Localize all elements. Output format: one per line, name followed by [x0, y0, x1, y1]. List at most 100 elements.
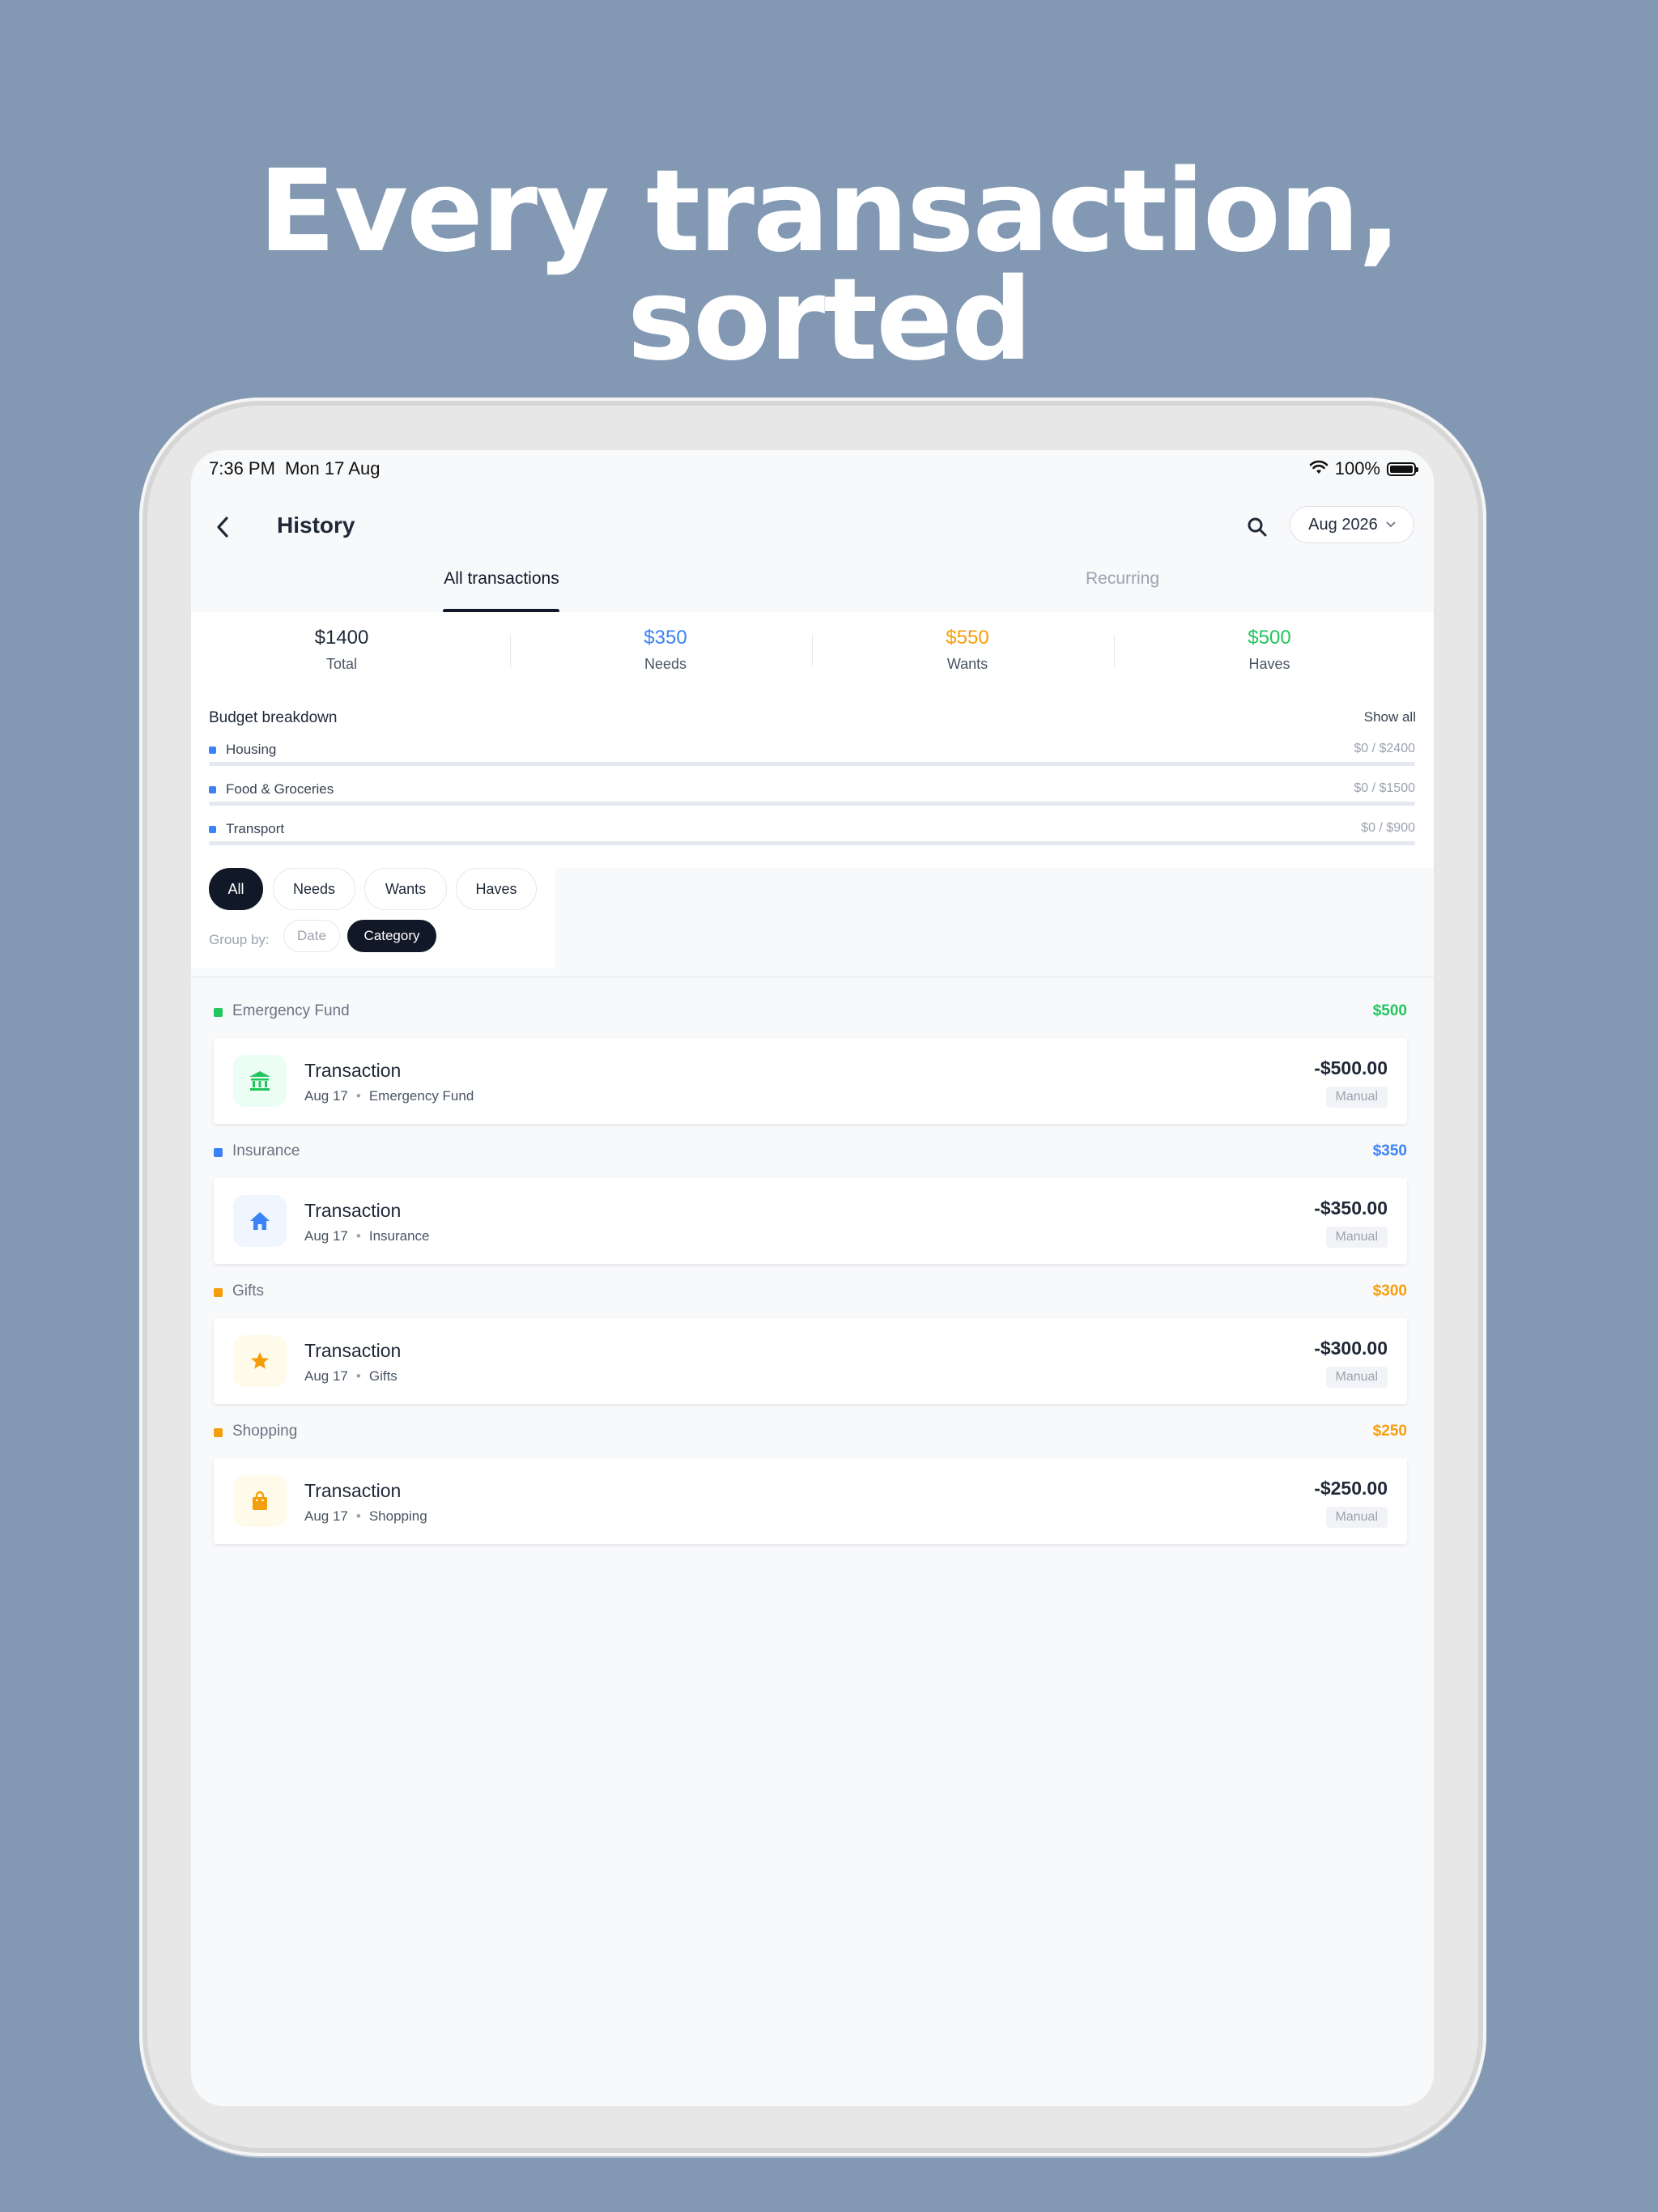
- budget-dot: [209, 747, 216, 754]
- transaction-date: Aug 17: [304, 1508, 348, 1524]
- summary-needs-value: $350: [644, 627, 687, 649]
- group-total: $500: [1372, 1002, 1407, 1019]
- summary-total-value: $1400: [314, 627, 369, 649]
- transaction-source-badge: Manual: [1325, 1507, 1388, 1528]
- status-bar: 7:36 PM Mon 17 Aug 100%: [191, 450, 1434, 486]
- chevron-left-icon: [217, 517, 228, 538]
- transaction-meta: Aug 17 • Gifts: [304, 1368, 397, 1385]
- top-bar: History Aug 2026: [191, 499, 1434, 555]
- transaction-date: Aug 17: [304, 1368, 348, 1384]
- transaction-source-badge: Manual: [1325, 1367, 1388, 1388]
- budget-progress-track: [209, 802, 1415, 806]
- meta-separator: •: [355, 1508, 361, 1524]
- group-header-gifts: Gifts $300: [214, 1283, 1407, 1307]
- tab-recurring[interactable]: Recurring: [812, 555, 1433, 612]
- filter-chip-wants[interactable]: Wants: [364, 868, 447, 910]
- transaction-icon-box: [233, 1335, 287, 1387]
- budget-amount: $0 / $900: [1361, 821, 1415, 835]
- budget-amount: $0 / $1500: [1354, 781, 1415, 795]
- bank-icon: [249, 1071, 270, 1091]
- tab-bar: All transactions Recurring: [191, 555, 1434, 614]
- summary-total-label: Total: [325, 656, 358, 672]
- battery-percent: 100%: [1334, 458, 1380, 479]
- transaction-category: Shopping: [368, 1508, 427, 1524]
- search-button[interactable]: [1244, 513, 1271, 541]
- summary-strip: $1400 Total $350 Needs $550 Wants $500 H…: [191, 612, 1434, 685]
- transaction-source-badge: Manual: [1325, 1087, 1388, 1108]
- headline-line-2: sorted: [627, 254, 1033, 386]
- transaction-card[interactable]: Transaction Aug 17 • Gifts -$300.00 Manual: [214, 1318, 1407, 1404]
- budget-row-housing: Housing $0 / $2400: [209, 740, 1415, 772]
- show-all-link[interactable]: Show all: [1364, 709, 1416, 725]
- transaction-date: Aug 17: [304, 1088, 348, 1104]
- transaction-meta: Aug 17 • Shopping: [304, 1508, 427, 1525]
- transaction-category: Gifts: [368, 1368, 397, 1384]
- status-time: 7:36 PM: [209, 458, 275, 479]
- group-total: $250: [1372, 1423, 1407, 1440]
- transaction-card[interactable]: Transaction Aug 17 • Emergency Fund -$500.…: [214, 1038, 1407, 1124]
- budget-name: Housing: [226, 742, 277, 757]
- budget-dot: [209, 826, 216, 833]
- filter-chip-all[interactable]: All: [209, 868, 263, 910]
- transaction-amount: -$300.00: [1314, 1338, 1388, 1359]
- summary-divider: [812, 635, 813, 667]
- budget-name: Transport: [226, 821, 285, 836]
- app-screen: 7:36 PM Mon 17 Aug 100% History Aug 2026…: [191, 450, 1434, 2106]
- budget-dot: [209, 786, 216, 793]
- shopping-bag-icon: [253, 1491, 267, 1510]
- budget-row-transport: Transport $0 / $900: [209, 819, 1415, 852]
- group-color-square: [214, 1428, 223, 1437]
- chevron-down-icon: [1386, 521, 1396, 528]
- summary-haves-value: $500: [1248, 627, 1291, 649]
- group-by-date[interactable]: Date: [283, 920, 340, 952]
- transaction-icon-box: [233, 1055, 287, 1107]
- transaction-title: Transaction: [304, 1480, 402, 1501]
- status-right: 100%: [1309, 458, 1418, 479]
- transaction-title: Transaction: [304, 1340, 402, 1361]
- transaction-card[interactable]: Transaction Aug 17 • Insurance -$350.00 Ma…: [214, 1178, 1407, 1264]
- transaction-card[interactable]: Transaction Aug 17 • Shopping -$250.00 Man…: [214, 1458, 1407, 1544]
- summary-wants: $550 Wants: [817, 627, 1118, 673]
- section-divider: [191, 976, 1434, 977]
- transaction-category: Emergency Fund: [368, 1088, 474, 1104]
- group-by-category[interactable]: Category: [347, 920, 436, 952]
- group-color-square: [214, 1008, 223, 1017]
- budget-name: Food & Groceries: [226, 781, 334, 797]
- transaction-meta: Aug 17 • Emergency Fund: [304, 1088, 474, 1104]
- transaction-icon-box: [233, 1195, 287, 1247]
- page-title: History: [277, 513, 355, 538]
- meta-separator: •: [355, 1228, 361, 1244]
- filter-chip-haves[interactable]: Haves: [456, 868, 537, 910]
- filter-chip-needs[interactable]: Needs: [273, 868, 355, 910]
- summary-needs: $350 Needs: [515, 627, 816, 673]
- marketing-headline: Every transaction, sorted: [0, 155, 1658, 377]
- home-icon: [250, 1212, 270, 1230]
- meta-separator: •: [355, 1088, 361, 1104]
- summary-wants-value: $550: [946, 627, 989, 649]
- back-button[interactable]: [209, 513, 236, 541]
- group-name: Gifts: [232, 1283, 265, 1300]
- transaction-source-badge: Manual: [1325, 1227, 1388, 1248]
- group-total: $350: [1372, 1142, 1407, 1159]
- budget-amount: $0 / $2400: [1354, 742, 1415, 755]
- transaction-title: Transaction: [304, 1060, 402, 1081]
- group-by-label: Group by:: [209, 932, 270, 947]
- group-name: Shopping: [232, 1423, 298, 1440]
- search-icon: [1248, 517, 1267, 537]
- meta-separator: •: [355, 1368, 361, 1384]
- transaction-icon-box: [233, 1475, 287, 1527]
- budget-row-food: Food & Groceries $0 / $1500: [209, 780, 1415, 812]
- group-name: Insurance: [232, 1142, 300, 1159]
- summary-haves: $500 Haves: [1119, 627, 1420, 673]
- summary-total: $1400 Total: [191, 627, 492, 673]
- group-color-square: [214, 1288, 223, 1297]
- group-header-emergency-fund: Emergency Fund $500: [214, 1002, 1407, 1027]
- month-selector[interactable]: Aug 2026: [1290, 506, 1414, 543]
- summary-wants-label: Wants: [946, 656, 988, 672]
- group-header-insurance: Insurance $350: [214, 1142, 1407, 1167]
- budget-progress-track: [209, 762, 1415, 766]
- group-name: Emergency Fund: [232, 1002, 350, 1019]
- transaction-category: Insurance: [368, 1228, 430, 1244]
- tab-all-transactions[interactable]: All transactions: [191, 555, 812, 612]
- transaction-amount: -$350.00: [1314, 1197, 1388, 1219]
